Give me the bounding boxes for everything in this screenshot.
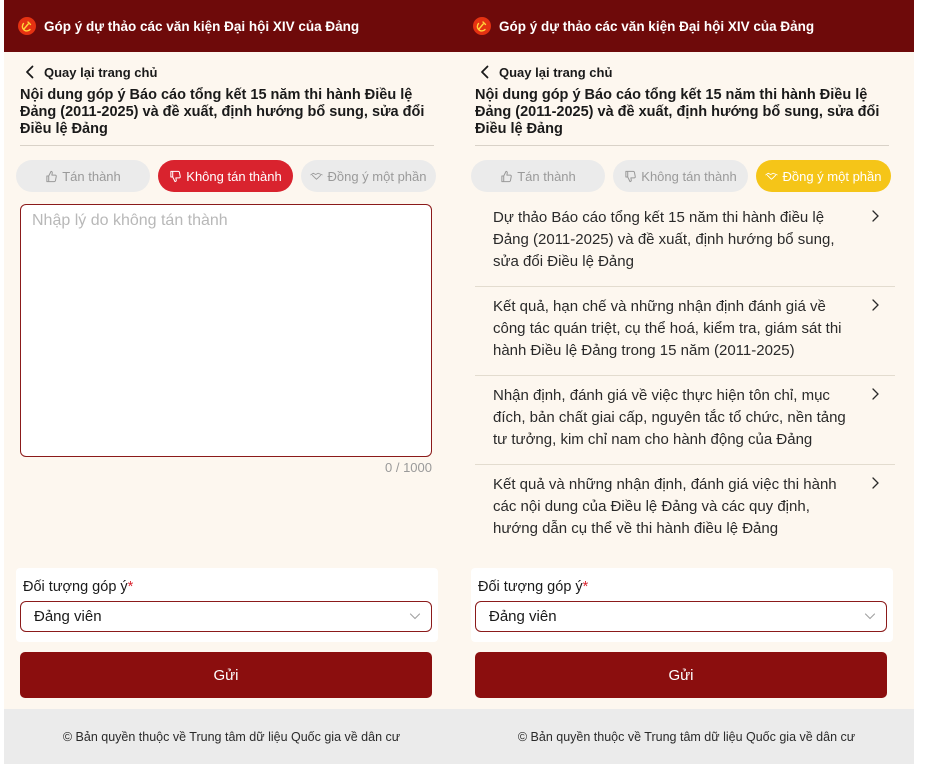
section-item[interactable]: Nhận định, đánh giá về việc thực hiện tô… <box>475 376 895 465</box>
back-link-label: Quay lại trang chủ <box>499 64 613 80</box>
chevron-down-icon <box>409 613 421 620</box>
partial-agree-button-label: Đồng ý một phần <box>782 168 882 184</box>
section-item-text: Dự thảo Báo cáo tổng kết 15 năm thi hành… <box>493 209 835 270</box>
target-label: Đối tượng góp ý* <box>478 579 588 595</box>
page-title: Nội dung góp ý Báo cáo tổng kết 15 năm t… <box>20 87 425 137</box>
chevron-left-icon <box>475 64 493 80</box>
section-item[interactable]: Kết quả và những nhận định, đánh giá việ… <box>475 465 895 554</box>
section-item-text: Kết quả và những nhận định, đánh giá việ… <box>493 476 837 537</box>
hammer-sickle-icon <box>18 17 36 35</box>
section-item-text: Kết quả, hạn chế và những nhận định đánh… <box>493 298 842 359</box>
target-label-text: Đối tượng góp ý <box>23 579 128 595</box>
required-mark: * <box>582 579 589 595</box>
copyright-text: © Bản quyền thuộc về Trung tâm dữ liệu Q… <box>62 729 401 744</box>
target-select-value: Đảng viên <box>34 608 102 625</box>
agree-button[interactable]: Tán thành <box>16 160 150 192</box>
header-bar: Góp ý dự thảo các văn kiện Đại hội XIV c… <box>459 0 914 52</box>
chevron-right-icon <box>872 388 879 400</box>
section-item[interactable]: Kết quả, hạn chế và những nhận định đánh… <box>475 287 895 376</box>
opinion-choice-group: Tán thành Không tán thành Đồng ý một phầ… <box>16 160 436 192</box>
submit-button[interactable]: Gửi <box>475 652 887 698</box>
target-label-text: Đối tượng góp ý <box>478 579 583 595</box>
disagree-button-label: Không tán thành <box>641 168 737 184</box>
target-field-panel: Đối tượng góp ý* Đảng viên <box>16 568 438 642</box>
thumbs-up-icon <box>501 170 513 182</box>
chevron-down-icon <box>864 613 876 620</box>
back-link[interactable]: Quay lại trang chủ <box>475 64 612 80</box>
disagree-button[interactable]: Không tán thành <box>158 160 293 192</box>
hammer-sickle-icon <box>473 17 491 35</box>
disagree-button[interactable]: Không tán thành <box>613 160 748 192</box>
copyright-text: © Bản quyền thuộc về Trung tâm dữ liệu Q… <box>517 729 856 744</box>
disagree-button-label: Không tán thành <box>186 168 282 184</box>
section-item-text: Nhận định, đánh giá về việc thực hiện tô… <box>493 387 846 448</box>
thumbs-down-icon <box>170 170 182 182</box>
back-link-label: Quay lại trang chủ <box>44 64 158 80</box>
footer: © Bản quyền thuộc về Trung tâm dữ liệu Q… <box>4 709 459 764</box>
target-select-value: Đảng viên <box>489 608 557 625</box>
agree-button[interactable]: Tán thành <box>471 160 605 192</box>
opinion-choice-group: Tán thành Không tán thành Đồng ý một phầ… <box>471 160 891 192</box>
thumbs-up-icon <box>46 170 58 182</box>
header-title: Góp ý dự thảo các văn kiện Đại hội XIV c… <box>499 18 815 34</box>
chevron-right-icon <box>872 210 879 222</box>
partial-agree-button-label: Đồng ý một phần <box>327 168 427 184</box>
page-title: Nội dung góp ý Báo cáo tổng kết 15 năm t… <box>475 87 880 137</box>
chevron-right-icon <box>872 477 879 489</box>
reason-field-container <box>20 204 432 457</box>
character-counter: 0 / 1000 <box>385 460 432 475</box>
handshake-icon <box>765 172 779 180</box>
agree-button-label: Tán thành <box>62 168 121 184</box>
screen-disagree: Góp ý dự thảo các văn kiện Đại hội XIV c… <box>4 0 459 764</box>
submit-button[interactable]: Gửi <box>20 652 432 698</box>
handshake-icon <box>310 172 324 180</box>
chevron-left-icon <box>20 64 38 80</box>
target-select[interactable]: Đảng viên <box>20 601 432 632</box>
back-link[interactable]: Quay lại trang chủ <box>20 64 157 80</box>
footer: © Bản quyền thuộc về Trung tâm dữ liệu Q… <box>459 709 914 764</box>
required-mark: * <box>127 579 134 595</box>
agree-button-label: Tán thành <box>517 168 576 184</box>
screen-partial-agree: Góp ý dự thảo các văn kiện Đại hội XIV c… <box>459 0 914 764</box>
header-title: Góp ý dự thảo các văn kiện Đại hội XIV c… <box>44 18 360 34</box>
partial-agree-button[interactable]: Đồng ý một phần <box>756 160 891 192</box>
section-item[interactable]: Dự thảo Báo cáo tổng kết 15 năm thi hành… <box>475 198 895 287</box>
target-label: Đối tượng góp ý* <box>23 579 133 595</box>
partial-agree-button[interactable]: Đồng ý một phần <box>301 160 436 192</box>
header-bar: Góp ý dự thảo các văn kiện Đại hội XIV c… <box>4 0 459 52</box>
chevron-right-icon <box>872 299 879 311</box>
reason-textarea[interactable] <box>21 205 431 456</box>
section-list: Dự thảo Báo cáo tổng kết 15 năm thi hành… <box>475 198 895 554</box>
thumbs-down-icon <box>625 170 637 182</box>
divider <box>475 145 889 146</box>
target-select[interactable]: Đảng viên <box>475 601 887 632</box>
divider <box>20 145 434 146</box>
target-field-panel: Đối tượng góp ý* Đảng viên <box>471 568 893 642</box>
